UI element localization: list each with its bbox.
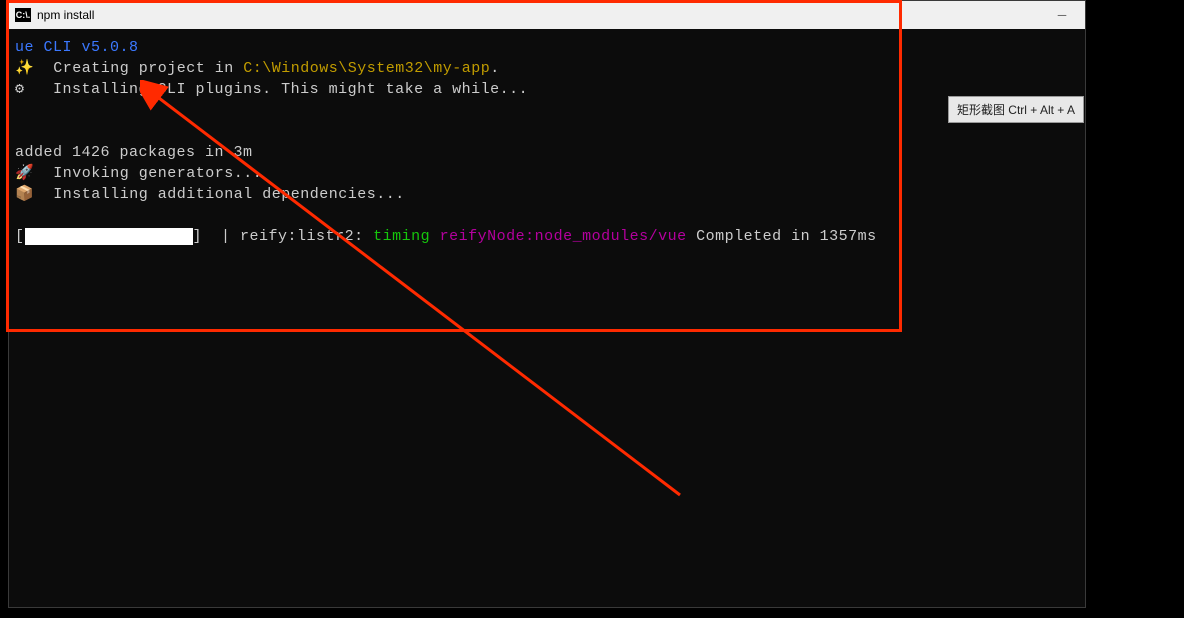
installing-deps-line: 📦 Installing additional dependencies... (15, 184, 1079, 205)
terminal-window: C:\. npm install ─ ue CLI v5.0.8 ✨ Creat… (8, 0, 1086, 608)
reify-node: reifyNode:node_modules/vue (430, 228, 687, 245)
gear-icon: ⚙ (15, 81, 25, 98)
creating-project-line: ✨ Creating project in C:\Windows\System3… (15, 58, 1079, 79)
sparkle-icon: ✨ (15, 60, 34, 77)
completed-text: Completed in 1357ms (687, 228, 877, 245)
window-title: npm install (37, 8, 1055, 22)
installing-cli-text: Installing CLI plugins. This might take … (25, 81, 529, 98)
vue-cli-version-line: ue CLI v5.0.8 (15, 37, 1079, 58)
vue-cli-version: v5.0.8 (82, 39, 139, 56)
blank-line-2 (15, 121, 1079, 142)
cmd-icon: C:\. (15, 8, 31, 22)
dot: . (490, 60, 500, 77)
blank-line-3 (15, 205, 1079, 226)
package-icon: 📦 (15, 186, 34, 203)
invoking-generators-line: 🚀 Invoking generators... (15, 163, 1079, 184)
installing-deps-text: Installing additional dependencies... (34, 186, 405, 203)
project-path: C:\Windows\System32\my-app (243, 60, 490, 77)
reify-prefix: | reify:listr2: (221, 228, 373, 245)
installing-cli-line: ⚙ Installing CLI plugins. This might tak… (15, 79, 1079, 100)
timing-label: timing (373, 228, 430, 245)
bracket-close: ] (193, 228, 203, 245)
rocket-icon: 🚀 (15, 165, 34, 182)
creating-text: Creating project in (34, 60, 243, 77)
added-packages-line: added 1426 packages in 3m (15, 142, 1079, 163)
window-controls: ─ (1055, 8, 1079, 22)
window-titlebar[interactable]: C:\. npm install ─ (9, 1, 1085, 29)
added-packages-text: added 1426 packages in 3m (15, 144, 253, 161)
vue-cli-label: ue CLI (15, 39, 82, 56)
reify-progress-line: [] | reify:listr2: timing reifyNode:node… (15, 226, 1079, 247)
progress-bar (25, 228, 193, 245)
blank-line-1 (15, 100, 1079, 121)
screenshot-tooltip: 矩形截图 Ctrl + Alt + A (948, 96, 1084, 123)
minimize-button[interactable]: ─ (1055, 8, 1069, 22)
invoking-text: Invoking generators... (34, 165, 262, 182)
terminal-output: ue CLI v5.0.8 ✨ Creating project in C:\W… (9, 29, 1085, 255)
